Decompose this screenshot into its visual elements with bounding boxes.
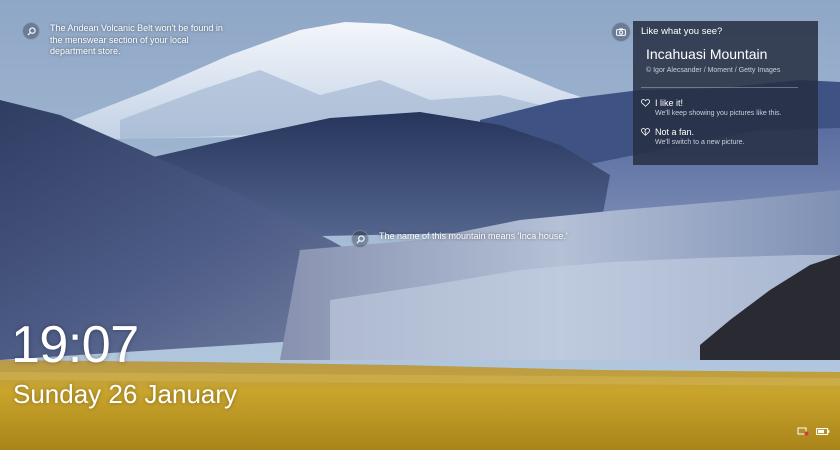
fun-fact-text: The Andean Volcanic Belt won't be found … — [50, 23, 223, 56]
not-a-fan-label: Not a fan. — [655, 127, 695, 137]
broken-heart-icon — [641, 128, 650, 136]
network-icon[interactable] — [797, 427, 809, 436]
search-icon — [22, 22, 40, 40]
panel-heading: Like what you see? — [641, 26, 723, 37]
lock-screen-time: 19:07 — [11, 316, 139, 374]
spotlight-feedback-panel: Like what you see? Incahuasi Mountain © … — [633, 21, 818, 165]
fun-fact-hint-middle[interactable]: The name of this mountain means 'Inca ho… — [351, 230, 579, 248]
camera-icon[interactable] — [611, 22, 631, 42]
like-it-label: I like it! — [655, 98, 684, 108]
not-a-fan-description: We'll switch to a new picture. — [655, 139, 745, 146]
fun-fact-hint-top[interactable]: The Andean Volcanic Belt won't be found … — [22, 22, 232, 58]
divider — [641, 87, 798, 88]
battery-icon[interactable] — [816, 427, 830, 436]
heart-icon — [641, 99, 650, 107]
image-credit: © Igor Alecsander / Moment / Getty Image… — [646, 67, 781, 74]
fun-fact-text: The name of this mountain means 'Inca ho… — [379, 231, 568, 241]
lock-screen-date: Sunday 26 January — [13, 379, 238, 409]
like-it-description: We'll keep showing you pictures like thi… — [655, 110, 782, 117]
lock-screen[interactable]: The Andean Volcanic Belt won't be found … — [0, 0, 840, 450]
status-icons — [797, 427, 830, 436]
not-a-fan-option[interactable]: Not a fan. We'll switch to a new picture… — [641, 127, 810, 146]
search-icon — [351, 230, 369, 248]
image-title: Incahuasi Mountain — [646, 46, 768, 62]
like-it-option[interactable]: I like it! We'll keep showing you pictur… — [641, 98, 810, 117]
